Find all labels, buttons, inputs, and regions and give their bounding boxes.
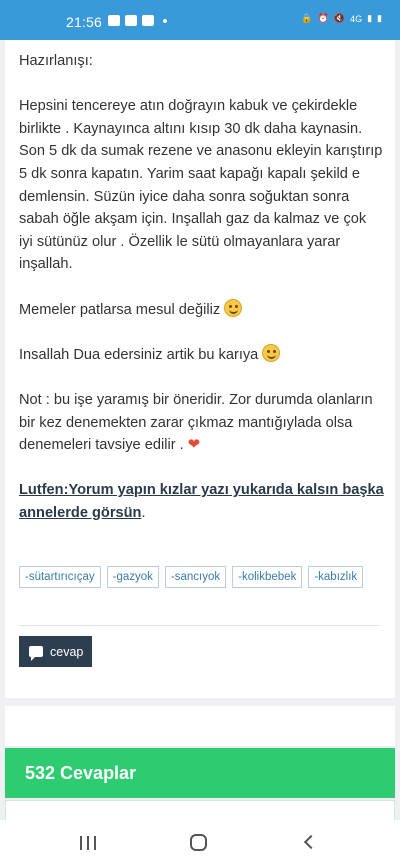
system-nav-bar bbox=[0, 820, 400, 866]
cta-text: Lutfen:Yorum yapın kızlar yazı yukarıda … bbox=[19, 482, 384, 521]
status-time: 21:56 bbox=[66, 14, 103, 30]
cta-period: . bbox=[141, 504, 146, 521]
answers-count-label: 532 Cevaplar bbox=[25, 762, 137, 783]
gallery-icon bbox=[108, 15, 120, 26]
answers-list-top bbox=[5, 800, 395, 820]
lock-icon: 🔒 bbox=[301, 13, 313, 23]
post-card: Hazırlanışı: Hepsini tencereye atın doğr… bbox=[5, 40, 395, 698]
tag-link[interactable]: -kolikbebek bbox=[232, 566, 303, 588]
divider bbox=[19, 625, 380, 626]
reply-button-label: cevap bbox=[50, 644, 84, 659]
smiley-icon bbox=[262, 343, 281, 362]
secondary-card bbox=[5, 706, 395, 746]
dua-text: Insallah Dua edersiniz artik bu karıya bbox=[19, 346, 259, 363]
tag-link[interactable]: -kabızlık bbox=[308, 566, 364, 588]
notification-icons bbox=[108, 15, 167, 26]
youtube-icon bbox=[142, 15, 154, 26]
network-type-label: 4G bbox=[350, 13, 363, 24]
meme-text: Memeler patlarsa mesul değiliz bbox=[19, 301, 221, 318]
signal-icon: ▮ bbox=[367, 13, 373, 23]
back-icon[interactable] bbox=[303, 834, 319, 850]
alarm-icon: ⏰ bbox=[317, 13, 329, 23]
youtube-icon bbox=[125, 15, 137, 26]
recipe-heading: Hazırlanışı: bbox=[19, 53, 93, 69]
home-icon[interactable] bbox=[190, 834, 207, 851]
recent-apps-icon[interactable] bbox=[80, 836, 96, 850]
smiley-icon bbox=[224, 298, 243, 317]
note-line: Not : bu işe yaramış bir öneridir. Zor d… bbox=[19, 389, 384, 457]
system-icons: 🔒 ⏰ 🔇 4G ▮ ▮ bbox=[301, 13, 382, 24]
dua-line: Insallah Dua edersiniz artik bu karıya bbox=[19, 343, 384, 367]
chat-bubble-icon bbox=[29, 646, 43, 661]
answers-header: 532 Cevaplar bbox=[5, 748, 395, 798]
reply-button[interactable]: cevap bbox=[19, 636, 92, 667]
heart-icon: ❤ bbox=[187, 436, 201, 454]
tag-list: -sütartırıcıçay -gazyok -sancıyok -kolik… bbox=[19, 566, 389, 588]
mute-icon: 🔇 bbox=[333, 13, 346, 23]
recipe-instructions: Hepsini tencereye atın doğrayın kabuk ve… bbox=[19, 98, 383, 273]
tag-link[interactable]: -gazyok bbox=[106, 566, 159, 588]
battery-icon: ▮ bbox=[377, 13, 382, 23]
cta-line: Lutfen:Yorum yapın kızlar yazı yukarıda … bbox=[19, 479, 384, 524]
post-body: Hazırlanışı: Hepsini tencereye atın doğr… bbox=[19, 50, 384, 524]
more-notifications-icon bbox=[163, 18, 167, 23]
meme-line: Memeler patlarsa mesul değiliz bbox=[19, 298, 384, 322]
status-bar: 21:56 🔒 ⏰ 🔇 4G ▮ ▮ bbox=[0, 0, 400, 40]
tag-link[interactable]: -sütartırıcıçay bbox=[19, 566, 101, 588]
tag-link[interactable]: -sancıyok bbox=[164, 566, 227, 588]
